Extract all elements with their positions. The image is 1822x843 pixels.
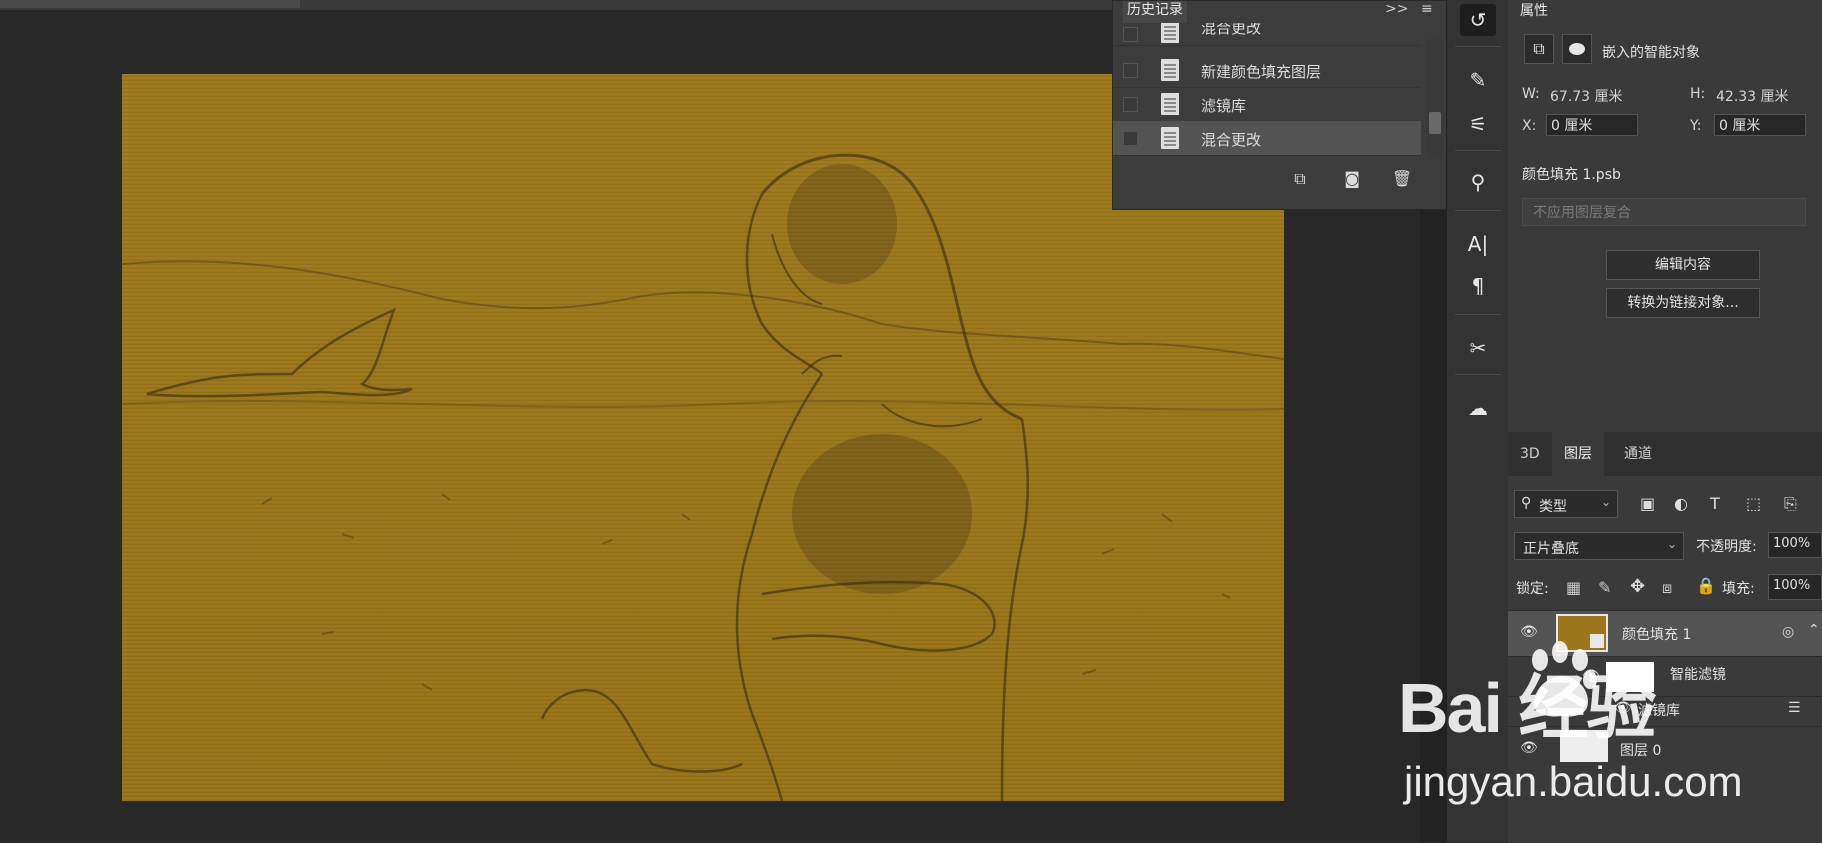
history-snapshot-checkbox[interactable] [1123,97,1138,112]
watermark-url: jingyan.baidu.com [1404,758,1743,805]
tool-presets-icon[interactable]: ✂ [1460,332,1496,364]
sketch-artwork [122,153,1284,801]
width-label: W: [1522,86,1540,102]
type-filter-icon[interactable]: T [1710,494,1720,513]
layer-filter-dropdown[interactable]: ⚲ 类型 ⌄ [1514,490,1618,518]
history-item-selected[interactable]: 混合更改 [1113,121,1421,156]
history-state-icon [1161,23,1179,43]
paragraph-icon[interactable]: ¶ [1460,270,1496,302]
history-scroll-thumb[interactable] [1429,112,1441,134]
chevron-down-icon: ⌄ [1667,537,1678,551]
tab-layers[interactable]: 图层 [1552,432,1604,476]
history-icon[interactable]: ↺ [1460,4,1496,36]
object-type-label: 嵌入的智能对象 [1602,45,1700,61]
history-scrollbar[interactable] [1426,38,1444,158]
history-item-label: 新建颜色填充图层 [1201,63,1322,81]
layer-filter-label: 类型 [1539,499,1567,515]
mask-icon[interactable] [1562,34,1592,64]
divider [1455,46,1501,47]
height-value: 42.33 厘米 [1716,89,1789,105]
history-panel: 历史记录 >> ≡ 混合更改 新建颜色填充图层 滤镜库 混合更改 ⧉ ◙ 🗑 [1112,0,1448,210]
history-state-icon [1161,127,1179,149]
trash-icon[interactable]: 🗑 [1391,169,1413,189]
tab-3d[interactable]: 3D [1508,432,1552,476]
lock-all-icon[interactable]: 🔒 [1696,576,1716,595]
edit-contents-button[interactable]: 编辑内容 [1606,250,1760,280]
smart-object-filter-icon[interactable]: ⎘ [1784,494,1797,514]
convert-to-linked-button[interactable]: 转换为链接对象... [1606,288,1760,318]
history-item-label: 混合更改 [1201,131,1262,149]
smart-filter-badge-icon[interactable]: ◎ [1782,624,1794,640]
image-filter-icon[interactable]: ▣ [1640,494,1655,513]
snapshot-camera-icon[interactable]: ◙ [1341,169,1363,189]
panel-menu-icon[interactable]: ≡ [1421,1,1433,17]
adjustment-filter-icon[interactable]: ◐ [1674,494,1688,513]
x-input[interactable]: 0 厘米 [1546,114,1638,136]
tab-channels[interactable]: 通道 [1612,432,1664,476]
lock-label: 锁定: [1516,581,1549,597]
divider [1455,374,1501,375]
character-icon[interactable]: A| [1460,228,1496,260]
lock-transparent-icon[interactable]: ▦ [1566,578,1581,597]
lock-position-icon[interactable]: ✥ [1630,576,1645,597]
layer-comp-dropdown[interactable]: 不应用图层复合 [1522,198,1806,226]
width-value: 67.73 厘米 [1550,89,1623,105]
history-item[interactable]: 混合更改 [1113,23,1421,46]
search-icon: ⚲ [1521,495,1532,511]
blend-mode-dropdown[interactable]: 正片叠底 ⌄ [1514,532,1684,560]
y-input[interactable]: 0 厘米 [1714,114,1806,136]
document-canvas[interactable] [122,74,1284,801]
lock-artboard-icon[interactable]: ⧈ [1662,578,1672,598]
opacity-input[interactable]: 100% [1768,532,1822,558]
visibility-eye-icon[interactable]: 👁 [1520,624,1540,640]
height-label: H: [1690,86,1706,102]
history-state-icon [1161,59,1179,81]
opacity-label: 不透明度: [1696,539,1757,555]
lock-pixels-icon[interactable]: ✎ [1598,578,1611,597]
x-label: X: [1522,118,1537,134]
creative-cloud-icon[interactable]: ☁ [1460,392,1496,424]
layers-tab-bar: 3D 图层 通道 [1508,432,1822,476]
brush-settings-icon[interactable]: ✎ [1460,64,1496,96]
history-panel-title[interactable]: 历史记录 [1123,1,1187,23]
smart-object-filename: 颜色填充 1.psb [1522,167,1621,183]
history-state-icon [1161,93,1179,115]
history-snapshot-checkbox[interactable] [1123,27,1138,42]
smart-object-icon[interactable]: ⧉ [1524,34,1554,64]
history-item-label: 混合更改 [1201,23,1262,37]
history-item[interactable]: 新建颜色填充图层 [1113,53,1421,88]
divider [1455,210,1501,211]
properties-panel-title[interactable]: 属性 [1520,0,1548,20]
history-item[interactable]: 滤镜库 [1113,87,1421,122]
document-tab[interactable] [0,0,300,8]
divider [1455,314,1501,315]
panel-collapse-icon[interactable]: >> [1385,1,1408,17]
chevron-up-icon[interactable]: ⌃ [1808,622,1820,638]
history-snapshot-checkbox[interactable] [1123,131,1138,146]
history-item-label: 滤镜库 [1201,97,1247,115]
new-document-from-state-icon[interactable]: ⧉ [1289,169,1311,189]
adjust-icon[interactable]: ⚟ [1460,108,1496,140]
fill-input[interactable]: 100% [1768,574,1822,600]
paw-logo-icon [1518,640,1600,722]
clone-source-icon[interactable]: ⚲ [1460,166,1496,198]
blend-mode-value: 正片叠底 [1523,541,1579,557]
y-label: Y: [1690,118,1702,134]
divider [1455,150,1501,151]
history-snapshot-checkbox[interactable] [1123,63,1138,78]
fill-label: 填充: [1722,581,1755,597]
baidu-jingyan-watermark: Bai 经验 jingyan.baidu.com [1398,640,1822,842]
shape-filter-icon[interactable]: ⬚ [1746,494,1761,513]
chevron-down-icon: ⌄ [1601,495,1612,509]
